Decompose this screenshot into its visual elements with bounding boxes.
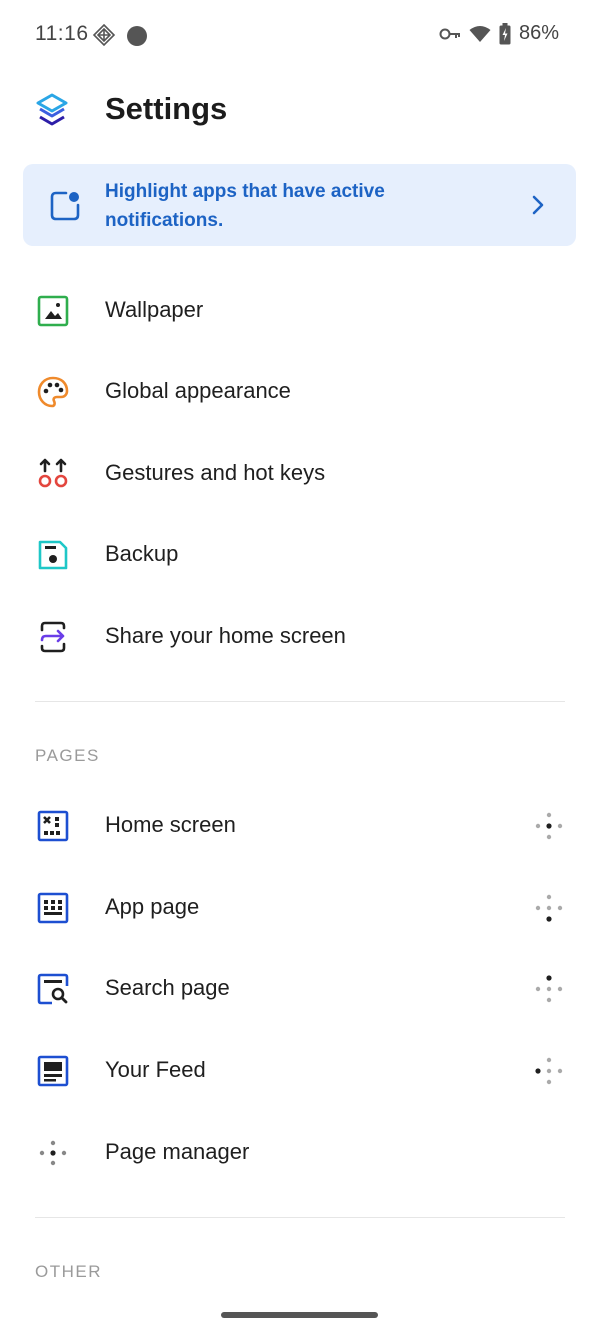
feed-icon xyxy=(36,1054,70,1088)
banner-text: Highlight apps that have active notifica… xyxy=(105,181,385,231)
section-divider xyxy=(35,1217,565,1218)
settings-item-backup[interactable]: Backup xyxy=(0,514,599,596)
battery-charging-icon xyxy=(499,22,511,44)
home-screen-icon xyxy=(36,809,70,843)
wifi-icon xyxy=(469,25,491,42)
settings-item-gestures[interactable]: Gestures and hot keys xyxy=(0,433,599,515)
settings-item-share-home-screen[interactable]: Share your home screen xyxy=(0,596,599,678)
notification-dot-icon xyxy=(49,190,81,227)
page-title: Settings xyxy=(105,91,228,126)
settings-item-label: Backup xyxy=(105,541,179,566)
settings-item-label: Wallpaper xyxy=(105,297,204,322)
page-item-search-page[interactable]: Search page xyxy=(0,948,599,1030)
page-manager-icon xyxy=(36,1136,70,1170)
settings-item-global-appearance[interactable]: Global appearance xyxy=(0,351,599,433)
app-header: Settings xyxy=(0,82,599,142)
settings-item-label: Share your home screen xyxy=(105,623,346,648)
home-indicator[interactable] xyxy=(221,1312,378,1318)
page-item-home-screen[interactable]: Home screen xyxy=(0,785,599,867)
reorder-handle-icon[interactable] xyxy=(535,1057,563,1090)
status-time: 11:16 xyxy=(35,22,89,45)
chevron-right-icon xyxy=(532,195,544,220)
page-item-label: Search page xyxy=(105,975,230,1000)
vpn-key-icon xyxy=(439,28,460,39)
image-icon xyxy=(36,294,70,328)
page-item-label: Home screen xyxy=(105,812,236,837)
dot-icon xyxy=(127,26,147,46)
settings-item-label: Gestures and hot keys xyxy=(105,460,326,485)
settings-item-label: Global appearance xyxy=(105,378,291,403)
page-item-page-manager[interactable]: Page manager xyxy=(0,1112,599,1194)
section-divider xyxy=(35,701,565,702)
gestures-icon xyxy=(36,457,70,491)
palette-icon xyxy=(36,375,70,409)
share-icon xyxy=(36,620,70,654)
settings-item-wallpaper[interactable]: Wallpaper xyxy=(0,270,599,352)
reorder-handle-icon[interactable] xyxy=(535,812,563,845)
page-item-label: Your Feed xyxy=(105,1057,206,1082)
reorder-handle-icon[interactable] xyxy=(535,975,563,1008)
status-bar: 11:16 86% xyxy=(0,0,599,70)
page-item-app-page[interactable]: App page xyxy=(0,867,599,949)
section-header-pages: PAGES xyxy=(35,746,100,765)
status-right: 86% xyxy=(439,22,559,45)
page-item-your-feed[interactable]: Your Feed xyxy=(0,1030,599,1112)
section-header-other: OTHER xyxy=(35,1262,102,1281)
reorder-handle-icon[interactable] xyxy=(535,894,563,927)
battery-percent: 86% xyxy=(518,22,559,44)
backup-icon xyxy=(36,538,70,572)
page-item-label: Page manager xyxy=(105,1139,250,1164)
signal-diamond-icon xyxy=(92,23,116,47)
notification-highlight-banner[interactable]: Highlight apps that have active notifica… xyxy=(23,164,576,246)
page-item-label: App page xyxy=(105,894,200,919)
status-left-icons xyxy=(92,23,152,53)
search-page-icon xyxy=(36,972,70,1006)
app-grid-icon xyxy=(36,891,70,925)
app-logo-icon xyxy=(35,92,69,137)
